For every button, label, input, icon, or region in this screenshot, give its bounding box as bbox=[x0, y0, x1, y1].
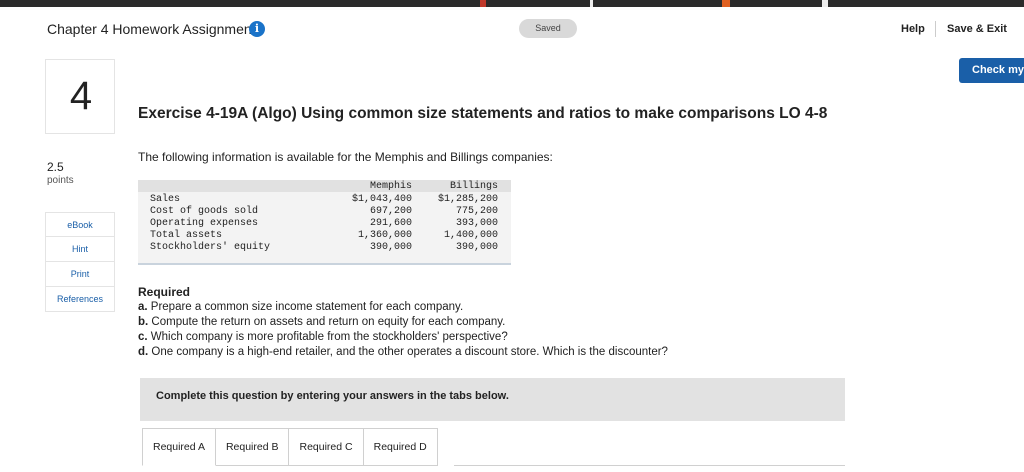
column-header-memphis: Memphis bbox=[369, 181, 412, 192]
header-divider bbox=[935, 21, 936, 37]
row-label: Total assets bbox=[150, 230, 223, 241]
required-item: c. Which company is more profitable from… bbox=[138, 331, 508, 343]
cell-memphis: 697,200 bbox=[369, 206, 412, 217]
cell-billings: 1,400,000 bbox=[443, 230, 498, 241]
row-label: Stockholders' equity bbox=[150, 242, 271, 253]
assignment-header: Chapter 4 Homework Assignment i Saved He… bbox=[0, 7, 1024, 49]
column-header-billings: Billings bbox=[449, 181, 498, 192]
info-icon[interactable]: i bbox=[249, 21, 265, 37]
tab-required-d[interactable]: Required D bbox=[363, 428, 438, 466]
exercise-intro: The following information is available f… bbox=[138, 150, 553, 164]
toolbar-mark bbox=[722, 0, 730, 7]
required-item: b. Compute the return on assets and retu… bbox=[138, 316, 506, 328]
points-value: 2.5 bbox=[47, 160, 64, 174]
required-heading: Required bbox=[138, 285, 191, 299]
cell-memphis: 1,360,000 bbox=[357, 230, 412, 241]
row-label: Sales bbox=[150, 194, 181, 205]
cell-billings: $1,285,200 bbox=[437, 194, 498, 205]
company-data-table: Memphis Billings Sales $1,043,400 $1,285… bbox=[138, 180, 511, 265]
tab-required-b[interactable]: Required B bbox=[215, 428, 290, 466]
toolbar-mark bbox=[822, 0, 828, 7]
browser-top-strip bbox=[0, 0, 1024, 7]
saved-status-badge: Saved bbox=[519, 19, 577, 38]
tab-required-a[interactable]: Required A bbox=[142, 428, 216, 466]
cell-memphis: $1,043,400 bbox=[351, 194, 412, 205]
cell-memphis: 291,600 bbox=[369, 218, 412, 229]
save-exit-button[interactable]: Save & Exit bbox=[947, 23, 1007, 35]
required-item: a. Prepare a common size income statemen… bbox=[138, 301, 464, 313]
exercise-title: Exercise 4-19A (Algo) Using common size … bbox=[138, 105, 828, 122]
answer-tabs: Required A Required B Required C Require… bbox=[142, 428, 438, 466]
check-my-work-button[interactable]: Check my bbox=[959, 58, 1024, 83]
sidebar-item-ebook[interactable]: eBook bbox=[45, 212, 115, 237]
instructions-panel: Complete this question by entering your … bbox=[140, 378, 845, 421]
help-button[interactable]: Help bbox=[901, 23, 925, 35]
sidebar-item-hint[interactable]: Hint bbox=[45, 237, 115, 262]
cell-billings: 393,000 bbox=[455, 218, 498, 229]
toolbar-mark bbox=[590, 0, 593, 7]
tab-baseline bbox=[454, 465, 845, 466]
sidebar-item-references[interactable]: References bbox=[45, 287, 115, 312]
cell-billings: 390,000 bbox=[455, 242, 498, 253]
side-nav: eBook Hint Print References bbox=[45, 212, 115, 312]
tab-required-c[interactable]: Required C bbox=[289, 428, 364, 466]
toolbar-mark bbox=[480, 0, 486, 7]
row-label: Operating expenses bbox=[150, 218, 259, 229]
required-item: d. One company is a high-end retailer, a… bbox=[138, 346, 668, 358]
assignment-title: Chapter 4 Homework Assignment bbox=[47, 21, 256, 37]
cell-billings: 775,200 bbox=[455, 206, 498, 217]
question-number-box: 4 bbox=[45, 59, 115, 134]
question-number: 4 bbox=[69, 74, 93, 118]
points-label: points bbox=[47, 175, 74, 186]
instructions-text: Complete this question by entering your … bbox=[156, 390, 509, 402]
sidebar-item-print[interactable]: Print bbox=[45, 262, 115, 287]
row-label: Cost of goods sold bbox=[150, 206, 259, 217]
required-list: a. Prepare a common size income statemen… bbox=[138, 300, 668, 360]
cell-memphis: 390,000 bbox=[369, 242, 412, 253]
